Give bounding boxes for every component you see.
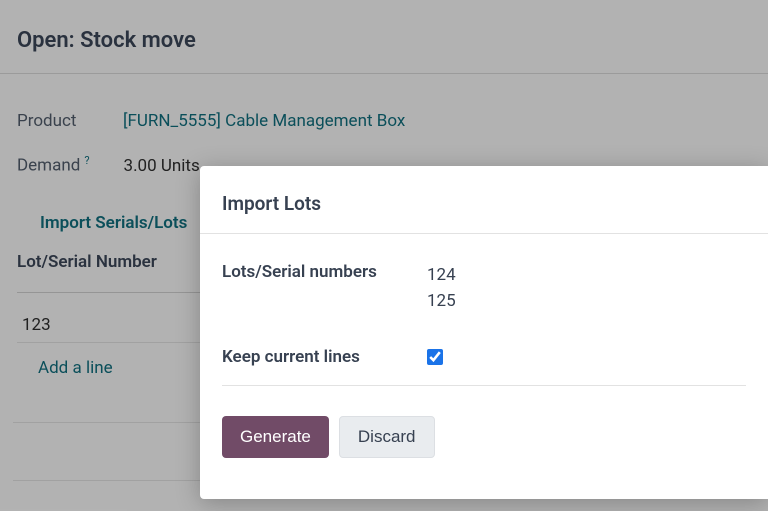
lots-value-line: 124 — [427, 262, 456, 288]
keep-current-lines-field: Keep current lines — [222, 347, 746, 386]
lots-value-line: 125 — [427, 288, 456, 314]
keep-current-lines-checkbox[interactable] — [427, 349, 443, 365]
modal-body: Lots/Serial numbers 124 125 Keep current… — [200, 234, 768, 396]
modal-footer: Generate Discard — [200, 396, 768, 478]
keep-current-lines-label: Keep current lines — [222, 347, 397, 367]
discard-button[interactable]: Discard — [339, 416, 435, 458]
modal-title: Import Lots — [200, 166, 768, 233]
import-lots-modal: Import Lots Lots/Serial numbers 124 125 … — [200, 166, 768, 499]
lots-serial-values[interactable]: 124 125 — [427, 262, 456, 315]
generate-button[interactable]: Generate — [222, 416, 329, 458]
lots-serial-field: Lots/Serial numbers 124 125 — [222, 262, 746, 315]
lots-serial-label: Lots/Serial numbers — [222, 262, 397, 282]
